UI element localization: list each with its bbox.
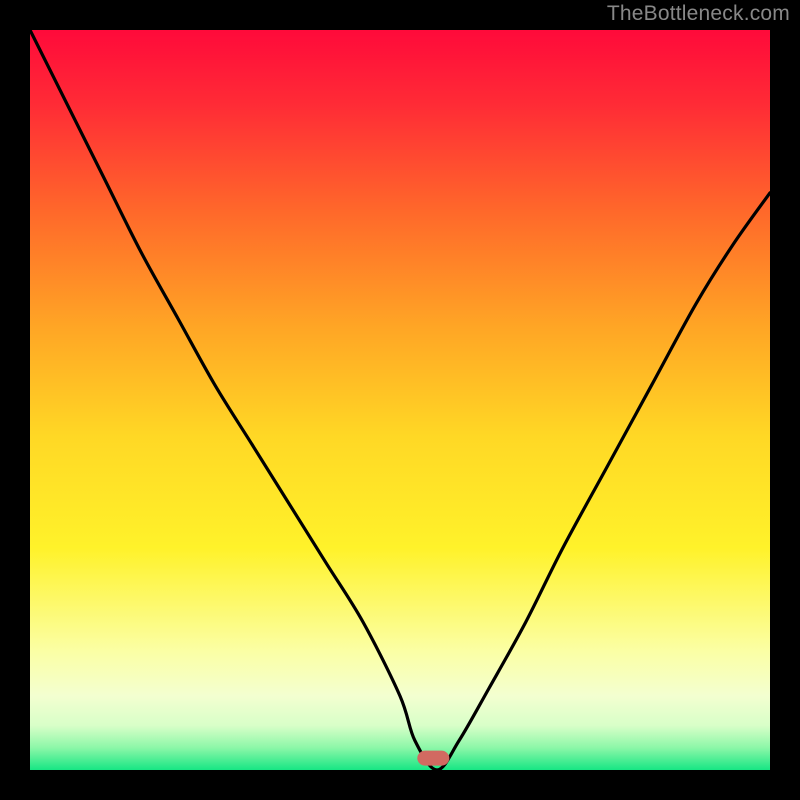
optimal-marker <box>417 751 449 766</box>
bottleneck-chart <box>0 0 800 800</box>
plot-background <box>30 30 770 770</box>
watermark-text: TheBottleneck.com <box>607 2 790 26</box>
chart-container: TheBottleneck.com <box>0 0 800 800</box>
